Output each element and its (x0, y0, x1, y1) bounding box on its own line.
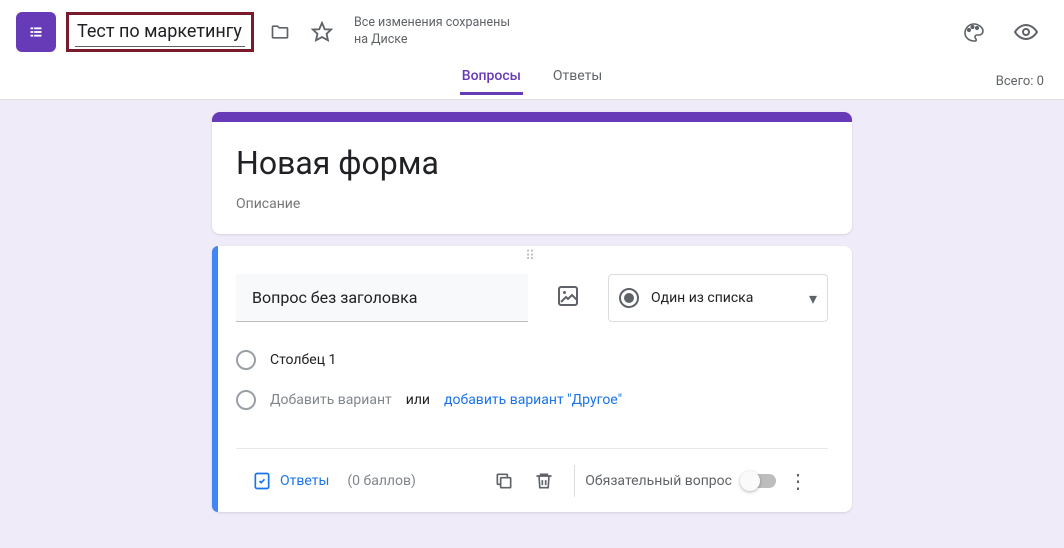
radio-icon (619, 288, 639, 308)
required-label: Обязательный вопрос (585, 473, 732, 489)
total-points: Всего: 0 (996, 74, 1044, 89)
add-or-label: или (406, 392, 430, 408)
answer-key-label: Ответы (280, 473, 329, 489)
star-button[interactable] (302, 12, 342, 52)
form-canvas: ⠿ Один из списка ▾ Столбец 1 (0, 100, 1064, 524)
theme-button[interactable] (952, 10, 996, 54)
tab-questions[interactable]: Вопросы (460, 68, 523, 95)
add-option-row: Добавить вариант или добавить вариант "Д… (236, 380, 828, 420)
doc-title-input[interactable] (75, 19, 245, 47)
question-footer: Ответы (0 баллов) Обязательный вопрос ⋮ (236, 448, 828, 512)
tab-responses[interactable]: Ответы (551, 68, 604, 95)
answer-key-button[interactable]: Ответы (244, 465, 337, 497)
form-title-input[interactable] (236, 144, 828, 182)
doc-title-highlight (66, 12, 254, 52)
question-body: Один из списка ▾ Столбец 1 Добавить вари… (212, 266, 852, 512)
header-actions (952, 10, 1048, 54)
divider (574, 465, 575, 497)
option-row[interactable]: Столбец 1 (236, 340, 828, 380)
question-title-input[interactable] (236, 274, 528, 322)
options-list: Столбец 1 Добавить вариант или добавить … (236, 322, 828, 426)
form-title-card[interactable] (212, 112, 852, 234)
tabs: Вопросы Ответы (460, 68, 605, 95)
duplicate-button[interactable] (484, 461, 524, 501)
app-header: Все изменения сохранены на Диске (0, 0, 1064, 64)
move-to-folder-button[interactable] (260, 12, 300, 52)
active-accent (212, 246, 218, 512)
drag-handle[interactable]: ⠿ (212, 246, 852, 266)
add-image-button[interactable] (546, 274, 590, 318)
preview-button[interactable] (1004, 10, 1048, 54)
more-button[interactable]: ⋮ (784, 461, 812, 501)
radio-icon (236, 350, 256, 370)
question-type-label: Один из списка (651, 290, 797, 306)
question-card[interactable]: ⠿ Один из списка ▾ Столбец 1 (212, 246, 852, 512)
add-other-button[interactable]: добавить вариант "Другое" (444, 392, 622, 408)
radio-icon (236, 390, 256, 410)
required-toggle[interactable] (742, 474, 776, 488)
save-status: Все изменения сохранены на Диске (354, 15, 510, 49)
add-option-button[interactable]: Добавить вариант (270, 392, 392, 408)
question-header-row: Один из списка ▾ (236, 274, 828, 322)
points-label: (0 баллов) (347, 473, 416, 489)
delete-button[interactable] (524, 461, 564, 501)
chevron-down-icon: ▾ (809, 289, 817, 308)
forms-app-icon[interactable] (16, 12, 56, 52)
question-type-dropdown[interactable]: Один из списка ▾ (608, 274, 828, 322)
option-text[interactable]: Столбец 1 (270, 352, 336, 368)
tabs-bar: Вопросы Ответы Всего: 0 (0, 64, 1064, 100)
form-description-input[interactable] (236, 196, 828, 212)
